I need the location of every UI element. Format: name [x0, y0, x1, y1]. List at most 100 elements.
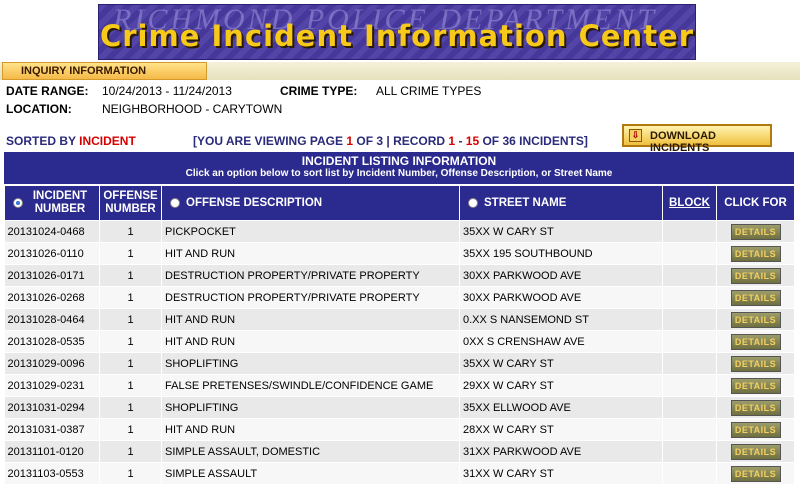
- incident-number-header: INCIDENT NUMBER: [32, 190, 88, 215]
- incident-table: INCIDENT NUMBER OFFENSE NUMBER OFFENSE D…: [4, 185, 795, 485]
- offense-description-cell: PICKPOCKET: [161, 220, 460, 243]
- sorted-by-label: SORTED BY: [6, 134, 80, 148]
- details-button[interactable]: DETAILS: [730, 443, 781, 460]
- paging-text-1: [YOU ARE VIEWING PAGE: [193, 134, 347, 148]
- street-name-cell: 30XX PARKWOOD AVE: [459, 264, 663, 287]
- banner-title: Crime Incident Information Center: [99, 19, 695, 53]
- record-end: 15: [465, 134, 480, 148]
- sorted-by-text: SORTED BY INCIDENT: [6, 134, 136, 148]
- offense-number-header: OFFENSE NUMBER: [103, 190, 158, 215]
- block-cell: [662, 308, 717, 331]
- offense-number-cell: 1: [99, 242, 162, 265]
- offense-description-cell: FALSE PRETENSES/SWINDLE/CONFIDENCE GAME: [161, 374, 460, 397]
- offense-description-cell: SIMPLE ASSAULT, DOMESTIC: [161, 440, 460, 463]
- block-cell: [662, 242, 717, 265]
- details-cell: DETAILS: [716, 330, 795, 353]
- incident-number-cell: 20131026-0110: [4, 242, 100, 265]
- block-cell: [662, 264, 717, 287]
- table-row: 20131103-0553 1 SIMPLE ASSAULT 31XX W CARY …: [4, 462, 795, 485]
- inquiry-information-tab[interactable]: INQUIRY INFORMATION: [2, 62, 207, 80]
- offense-description-cell: SHOPLIFTING: [161, 396, 460, 419]
- offense-description-cell: SIMPLE ASSAULT: [161, 462, 460, 485]
- offense-number-cell: 1: [99, 308, 162, 331]
- paging-text-3: -: [455, 134, 466, 148]
- incident-number-cell: 20131026-0268: [4, 286, 100, 309]
- offense-number-cell: 1: [99, 286, 162, 309]
- date-range-row: DATE RANGE: 10/24/2013 - 11/24/2013 CRIM…: [6, 84, 481, 98]
- offense-number-cell: 1: [99, 264, 162, 287]
- details-button[interactable]: DETAILS: [730, 289, 781, 306]
- offense-description-cell: HIT AND RUN: [161, 308, 460, 331]
- column-header-description[interactable]: OFFENSE DESCRIPTION: [161, 185, 460, 221]
- column-header-offense-number: OFFENSE NUMBER: [99, 185, 162, 221]
- sort-radio-incident[interactable]: [13, 198, 23, 208]
- block-cell: [662, 418, 717, 441]
- details-button[interactable]: DETAILS: [730, 333, 781, 350]
- details-cell: DETAILS: [716, 352, 795, 375]
- details-button[interactable]: DETAILS: [730, 267, 781, 284]
- details-cell: DETAILS: [716, 308, 795, 331]
- incident-number-cell: 20131029-0231: [4, 374, 100, 397]
- details-button[interactable]: DETAILS: [730, 465, 781, 482]
- download-icon: ⇩: [629, 129, 642, 142]
- street-name-cell: 29XX W CARY ST: [459, 374, 663, 397]
- table-row: 20131024-0468 1 PICKPOCKET 35XX W CARY ST DE…: [4, 220, 795, 243]
- incident-number-cell: 20131101-0120: [4, 440, 100, 463]
- block-cell: [662, 220, 717, 243]
- incident-number-cell: 20131028-0464: [4, 308, 100, 331]
- download-incidents-label: DOWNLOAD INCIDENTS: [650, 130, 716, 154]
- block-sort-link[interactable]: BLOCK: [669, 197, 710, 209]
- offense-number-cell: 1: [99, 220, 162, 243]
- offense-number-cell: 1: [99, 374, 162, 397]
- table-row: 20131031-0387 1 HIT AND RUN 28XX W CARY ST D…: [4, 418, 795, 441]
- download-incidents-button[interactable]: ⇩ DOWNLOAD INCIDENTS: [622, 124, 772, 154]
- details-cell: DETAILS: [716, 418, 795, 441]
- street-name-cell: 35XX W CARY ST: [459, 220, 663, 243]
- details-cell: DETAILS: [716, 462, 795, 485]
- details-button[interactable]: DETAILS: [730, 245, 781, 262]
- offense-description-cell: HIT AND RUN: [161, 330, 460, 353]
- location-value: NEIGHBORHOOD - CARYTOWN: [102, 102, 283, 116]
- click-for-header: CLICK FOR: [724, 197, 787, 209]
- street-name-cell: 31XX W CARY ST: [459, 462, 663, 485]
- offense-description-cell: DESTRUCTION PROPERTY/PRIVATE PROPERTY: [161, 286, 460, 309]
- crime-type-label: CRIME TYPE:: [280, 84, 358, 98]
- details-button[interactable]: DETAILS: [730, 421, 781, 438]
- offense-description-header: OFFENSE DESCRIPTION: [186, 197, 323, 209]
- block-cell: [662, 396, 717, 419]
- sort-radio-description[interactable]: [170, 197, 180, 208]
- details-cell: DETAILS: [716, 374, 795, 397]
- date-range-label: DATE RANGE:: [6, 84, 89, 98]
- details-button[interactable]: DETAILS: [730, 399, 781, 416]
- details-cell: DETAILS: [716, 264, 795, 287]
- column-header-street[interactable]: STREET NAME: [459, 185, 663, 221]
- details-button[interactable]: DETAILS: [730, 355, 781, 372]
- column-header-block[interactable]: BLOCK: [662, 185, 717, 221]
- header-banner: RICHMOND POLICE DEPARTMENT Crime Inciden…: [98, 4, 696, 60]
- table-row: 20131026-0268 1 DESTRUCTION PROPERTY/PRIVA…: [4, 286, 795, 309]
- column-header-click: CLICK FOR: [716, 185, 795, 221]
- header-banner-area: RICHMOND POLICE DEPARTMENT Crime Inciden…: [0, 0, 800, 62]
- details-button[interactable]: DETAILS: [730, 223, 781, 240]
- table-row: 20131029-0096 1 SHOPLIFTING 35XX W CARY ST D…: [4, 352, 795, 375]
- offense-number-cell: 1: [99, 352, 162, 375]
- table-row: 20131029-0231 1 FALSE PRETENSES/SWINDLE/CO…: [4, 374, 795, 397]
- incident-number-cell: 20131028-0535: [4, 330, 100, 353]
- column-header-incident[interactable]: INCIDENT NUMBER: [4, 185, 100, 221]
- block-cell: [662, 374, 717, 397]
- incident-number-cell: 20131024-0468: [4, 220, 100, 243]
- details-cell: DETAILS: [716, 440, 795, 463]
- table-row: 20131031-0294 1 SHOPLIFTING 35XX ELLWOOD AV…: [4, 396, 795, 419]
- details-button[interactable]: DETAILS: [730, 311, 781, 328]
- incident-number-cell: 20131031-0294: [4, 396, 100, 419]
- block-cell: [662, 462, 717, 485]
- sort-radio-street[interactable]: [468, 197, 478, 208]
- details-button[interactable]: DETAILS: [730, 377, 781, 394]
- incident-number-cell: 20131103-0553: [4, 462, 100, 485]
- paging-text-2: OF 3 | RECORD: [353, 134, 449, 148]
- table-row: 20131026-0171 1 DESTRUCTION PROPERTY/PRIVA…: [4, 264, 795, 287]
- table-row: 20131028-0464 1 HIT AND RUN 0.XX S NANSEMON…: [4, 308, 795, 331]
- offense-description-cell: HIT AND RUN: [161, 242, 460, 265]
- table-row: 20131101-0120 1 SIMPLE ASSAULT, DOMESTIC 31…: [4, 440, 795, 463]
- date-range-value: 10/24/2013 - 11/24/2013: [102, 84, 232, 98]
